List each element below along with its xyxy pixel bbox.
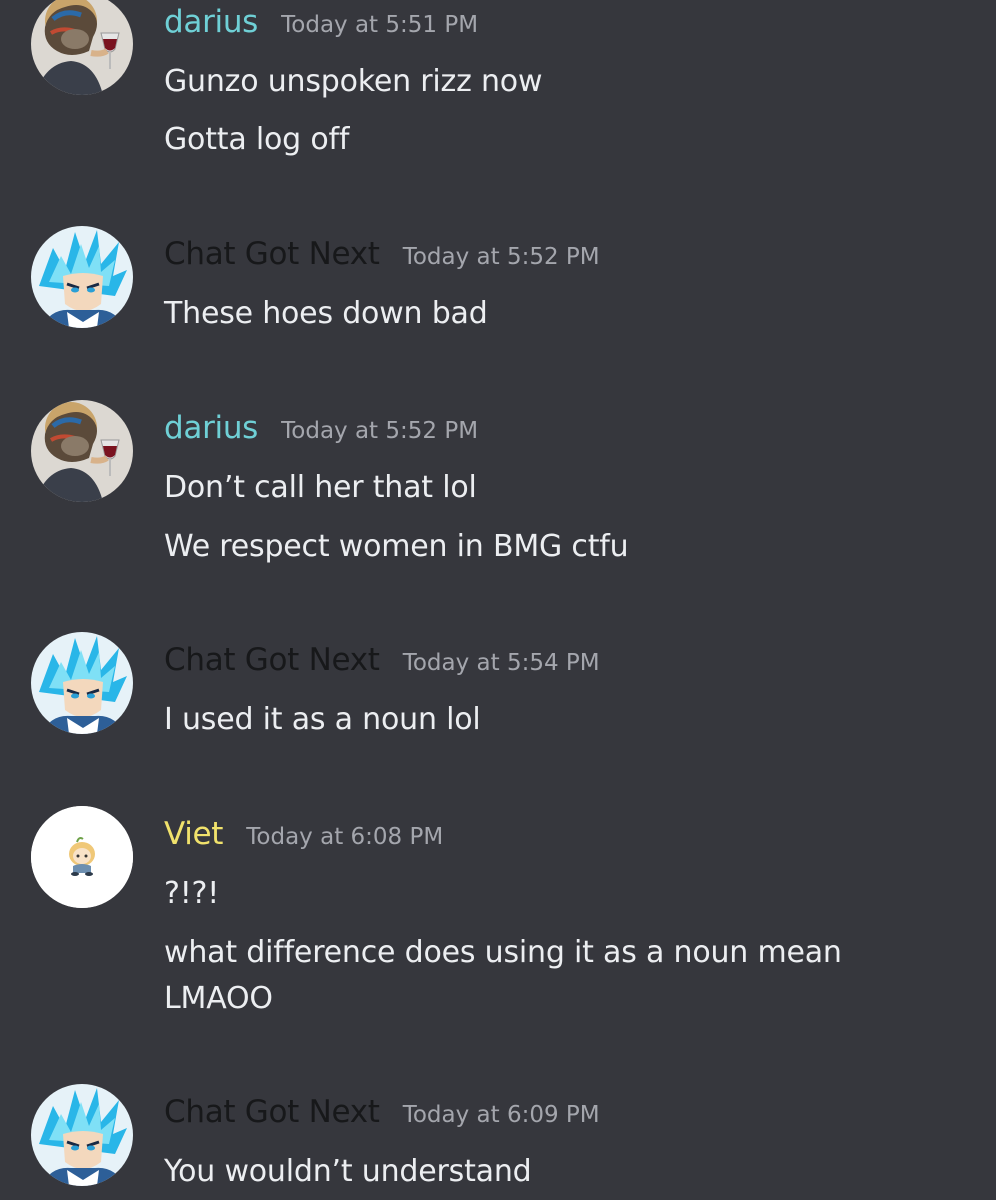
message-text: Gunzo unspoken rizz now [164, 64, 543, 99]
message-timestamp: Today at 5:52 PM [281, 418, 479, 444]
author-name[interactable]: Viet [164, 816, 223, 852]
message-text: These hoes down bad [164, 296, 488, 331]
blue-haired-anime-avatar-icon[interactable] [31, 1084, 133, 1186]
message-text: Don’t call her that lol [164, 470, 477, 505]
ape-with-wine-avatar-icon[interactable] [31, 0, 133, 95]
message-timestamp: Today at 5:52 PM [402, 244, 600, 270]
ape-with-wine-avatar-icon[interactable] [31, 400, 133, 502]
message-text: Gotta log off [164, 122, 350, 157]
author-name[interactable]: darius [164, 410, 258, 446]
message-timestamp: Today at 5:51 PM [281, 12, 479, 38]
chat-message-list: darius Today at 5:51 PM Gunzo unspoken r… [0, 0, 996, 1200]
message-text: You wouldn’t understand [164, 1154, 532, 1189]
message-timestamp: Today at 5:54 PM [402, 650, 600, 676]
chibi-character-avatar-icon[interactable] [31, 806, 133, 908]
author-name[interactable]: Chat Got Next [164, 236, 380, 272]
blue-haired-anime-avatar-icon[interactable] [31, 632, 133, 734]
author-name[interactable]: Chat Got Next [164, 642, 380, 678]
message-text: ?!?! [164, 876, 220, 911]
message-text: LMAOO [164, 981, 273, 1016]
message-text: what difference does using it as a noun … [164, 935, 842, 970]
message-timestamp: Today at 6:09 PM [402, 1102, 600, 1128]
author-name[interactable]: Chat Got Next [164, 1094, 380, 1130]
message-text: I used it as a noun lol [164, 702, 481, 737]
message-timestamp: Today at 6:08 PM [246, 824, 444, 850]
author-name[interactable]: darius [164, 4, 258, 40]
message-text: We respect women in BMG ctfu [164, 529, 629, 564]
blue-haired-anime-avatar-icon[interactable] [31, 226, 133, 328]
